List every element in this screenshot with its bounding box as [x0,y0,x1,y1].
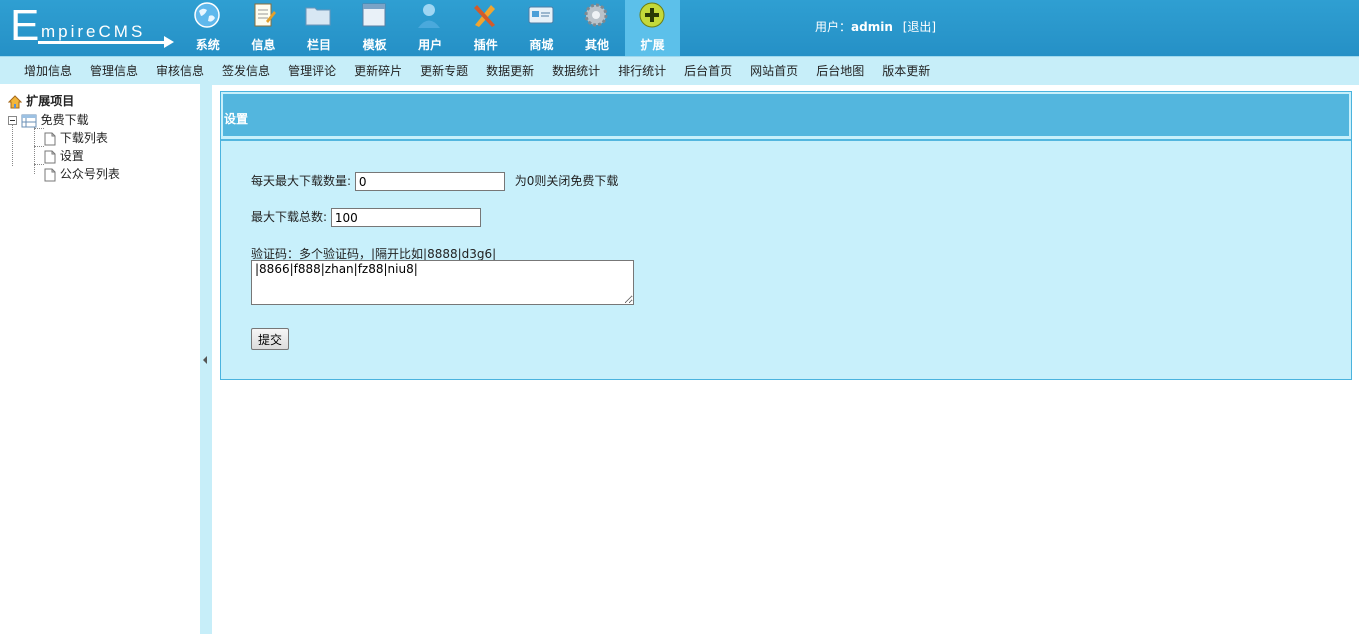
panel-title: 设置 [224,112,249,126]
menu-manage-info[interactable]: 管理信息 [81,57,147,85]
globe-icon [194,2,220,28]
empirecms-logo: E mpireCMS [8,2,178,50]
menu-version-update[interactable]: 版本更新 [873,57,939,85]
nav-user[interactable]: 用户 [402,0,458,56]
main-nav: 系统 信息 栏目 模板 用户 插件 商城 其他 扩展 [180,0,681,56]
top-header: E mpireCMS 系统 信息 栏目 模板 用户 插件 商城 其他 扩展 用户… [0,0,1359,56]
daily-limit-hint: 为0则关闭免费下载 [514,174,619,188]
nav-template[interactable]: 模板 [347,0,403,56]
menu-site-home[interactable]: 网站首页 [741,57,807,85]
folder-icon [305,7,331,26]
daily-limit-label: 每天最大下载数量: [251,174,352,188]
captcha-textarea[interactable]: |8866|f888|zhan|fz88|niu8| [251,260,634,305]
sidebar-toggle[interactable] [200,84,212,634]
window-template-icon [362,3,386,27]
quick-menu: 增加信息 管理信息 审核信息 签发信息 管理评论 更新碎片 更新专题 数据更新 … [0,56,1359,85]
menu-manage-comments[interactable]: 管理评论 [279,57,345,85]
user-icon [418,4,441,28]
nav-extend[interactable]: 扩展 [624,0,681,56]
nav-shop[interactable]: 商城 [514,0,570,56]
submit-button[interactable]: 提交 [251,328,290,350]
username: admin [851,20,893,34]
settings-panel: 设置 每天最大下载数量: 为0则关闭免费下载 最大下载总数: 验证码：多个验证码… [220,91,1352,380]
menu-update-fragments[interactable]: 更新碎片 [345,57,411,85]
table-icon [21,114,37,127]
menu-add-info[interactable]: 增加信息 [15,57,81,85]
notepad-icon [254,3,276,27]
document-icon [44,132,56,145]
nav-plugin[interactable]: 插件 [458,0,514,56]
user-info: 用户：admin [退出] [815,20,937,34]
nav-column[interactable]: 栏目 [291,0,347,56]
home-icon [8,94,22,108]
card-icon [528,6,554,24]
daily-limit-input[interactable] [354,172,505,191]
tree-folder-free-download[interactable]: 免费下载 [8,111,89,128]
total-limit-input[interactable] [330,208,481,227]
total-limit-row: 最大下载总数: [251,208,481,227]
daily-limit-row: 每天最大下载数量: 为0则关闭免费下载 [251,172,618,191]
menu-data-stats[interactable]: 数据统计 [543,57,609,85]
collapse-arrow-icon [203,356,207,364]
total-limit-label: 最大下载总数: [251,210,328,224]
nav-info[interactable]: 信息 [236,0,292,56]
panel-header: 设置 [223,94,1349,136]
document-icon [44,150,56,163]
menu-data-update[interactable]: 数据更新 [477,57,543,85]
tree-root: 扩展项目 [8,92,74,109]
menu-sign-info[interactable]: 签发信息 [213,57,279,85]
menu-update-topics[interactable]: 更新专题 [411,57,477,85]
tree-item-wechat-list[interactable]: 公众号列表 [44,165,120,182]
menu-admin-map[interactable]: 后台地图 [807,57,873,85]
nav-other[interactable]: 其他 [569,0,625,56]
menu-ranking-stats[interactable]: 排行统计 [609,57,675,85]
document-icon [44,168,56,181]
menu-review-info[interactable]: 审核信息 [147,57,213,85]
plus-circle-icon [639,2,665,28]
left-sidebar: 扩展项目 免费下载 下载列表 设置 公众号列表 [0,84,200,634]
tree-item-download-list[interactable]: 下载列表 [44,129,108,146]
gear-icon [584,3,608,27]
logout-link[interactable]: [退出] [903,20,936,34]
tree-item-settings[interactable]: 设置 [44,147,84,164]
menu-admin-home[interactable]: 后台首页 [675,57,741,85]
tools-icon [473,5,495,27]
collapse-icon [8,116,17,125]
nav-system[interactable]: 系统 [180,0,236,56]
